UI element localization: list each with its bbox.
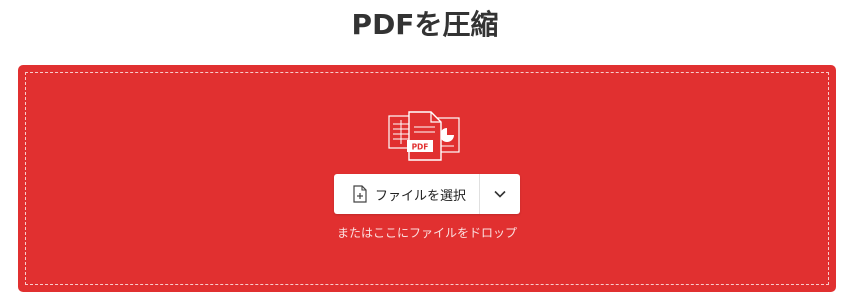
drop-hint-text: またはここにファイルをドロップ bbox=[336, 226, 517, 240]
pdf-doc-icon: PDF bbox=[407, 111, 442, 161]
pdf-badge-label: PDF bbox=[412, 143, 429, 152]
select-file-button[interactable]: ファイルを選択 bbox=[334, 174, 479, 214]
select-file-label: ファイルを選択 bbox=[375, 188, 467, 204]
more-sources-dropdown-button[interactable] bbox=[480, 174, 520, 214]
chevron-down-icon bbox=[494, 190, 506, 198]
file-add-icon bbox=[353, 185, 367, 203]
file-stack-icon: PDF bbox=[388, 111, 460, 161]
file-select-group: ファイルを選択 bbox=[334, 174, 520, 214]
page-title: PDFを圧縮 bbox=[351, 8, 499, 41]
file-dropzone[interactable]: PDF ファイルを選択 またはここにファイルをドロップ bbox=[18, 65, 836, 292]
